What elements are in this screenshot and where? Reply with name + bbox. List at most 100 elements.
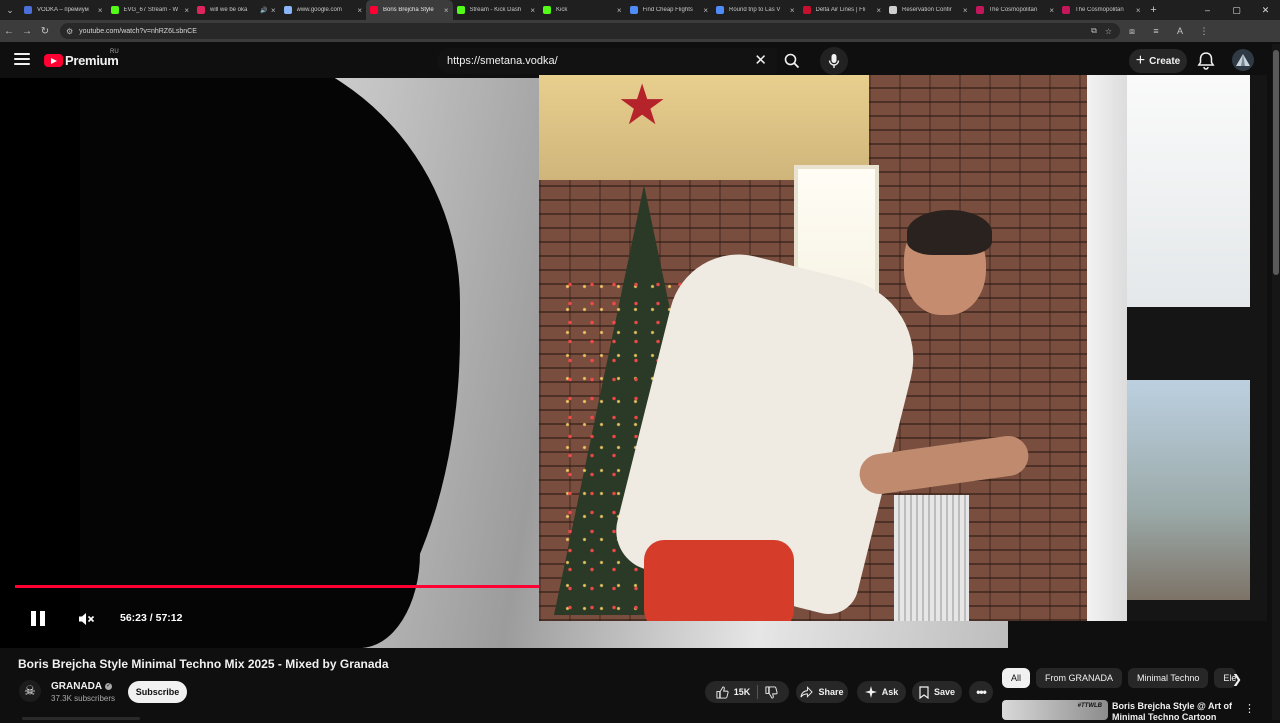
- tab-favicon-icon: [543, 6, 551, 14]
- minimize-icon[interactable]: –: [1193, 5, 1222, 15]
- youtube-premium-logo[interactable]: Premium RU: [44, 49, 119, 68]
- chevron-right-icon[interactable]: ❯: [1232, 672, 1242, 686]
- tab-favicon-icon: [283, 6, 292, 14]
- like-count: 15K: [733, 687, 751, 697]
- tab-close-icon[interactable]: ×: [530, 6, 535, 15]
- muted-volume-icon[interactable]: [77, 610, 95, 628]
- address-field[interactable]: ⚙ youtube.com/watch?v=nhRZ6LsbnCE ⧉ ☆: [60, 23, 1120, 39]
- reload-icon[interactable]: ↻: [36, 26, 54, 37]
- browser-tab[interactable]: will we be oka 🔊 ×: [193, 0, 280, 20]
- tab-close-icon[interactable]: ×: [357, 6, 362, 15]
- tab-favicon-icon: [110, 6, 119, 14]
- tab-title: Stream - Kick Dash: [469, 7, 522, 13]
- tab-favicon-icon: [1062, 6, 1070, 14]
- tab-close-icon[interactable]: ×: [963, 6, 968, 15]
- ai-icon[interactable]: A: [1168, 26, 1192, 36]
- browser-tab[interactable]: VODKA – премиум ×: [20, 0, 107, 20]
- more-horizontal-icon: •••: [976, 685, 987, 699]
- tab-close-icon[interactable]: ×: [444, 6, 449, 15]
- channel-name[interactable]: GRANADA ✓: [51, 681, 113, 692]
- browser-menu-icon[interactable]: ⋮: [1192, 26, 1216, 37]
- tab-close-icon[interactable]: ×: [790, 6, 795, 15]
- browser-tab[interactable]: Find Cheap Flights ×: [626, 0, 713, 20]
- channel-avatar[interactable]: ☠: [19, 680, 41, 702]
- tab-close-icon[interactable]: ×: [98, 6, 103, 15]
- voice-search-button[interactable]: [820, 47, 848, 75]
- plus-icon: +: [1135, 52, 1146, 69]
- save-button[interactable]: Save: [912, 681, 962, 703]
- video-frame-strand: [300, 458, 420, 648]
- more-vertical-icon[interactable]: ⋮: [1244, 702, 1255, 715]
- save-label: Save: [933, 687, 956, 697]
- chip-minimal-techno[interactable]: Minimal Techno: [1128, 668, 1209, 688]
- chip-all[interactable]: All: [1002, 668, 1031, 688]
- microphone-icon: [828, 54, 840, 68]
- browser-tab[interactable]: The Cosmopolitan ×: [972, 0, 1059, 20]
- guide-menu-icon[interactable]: [14, 53, 30, 67]
- tab-close-icon[interactable]: ×: [617, 6, 622, 15]
- dislike-button[interactable]: [758, 681, 785, 703]
- tab-favicon-icon: [889, 6, 897, 14]
- subscribe-button[interactable]: Subscribe: [128, 681, 187, 703]
- tab-search-icon[interactable]: ⌄: [0, 0, 20, 20]
- browser-tab[interactable]: Reservation Confir ×: [885, 0, 972, 20]
- pause-button[interactable]: [28, 609, 48, 629]
- open-in-app-icon[interactable]: ⧉: [1091, 26, 1097, 36]
- recommended-thumbnail[interactable]: #TTWLB: [1002, 700, 1108, 720]
- ask-label: Ask: [881, 687, 899, 697]
- browser-tab-active[interactable]: Boris Brejcha Style ×: [366, 0, 453, 20]
- close-window-icon[interactable]: ✕: [1251, 5, 1280, 16]
- address-url: youtube.com/watch?v=nhRZ6LsbnCE: [79, 27, 197, 35]
- chip-from-channel[interactable]: From GRANADA: [1036, 668, 1123, 688]
- tab-title: The Cosmopolitan: [988, 7, 1038, 13]
- search-input[interactable]: https://smetana.vodka/ ✕: [437, 48, 777, 74]
- tab-title: EVG_67 Stream - W: [123, 7, 179, 13]
- browser-tab[interactable]: The Cosmopolitan ×: [1058, 0, 1145, 20]
- tab-close-icon[interactable]: ×: [271, 6, 276, 15]
- bookmark-star-icon[interactable]: ☆: [1105, 27, 1112, 36]
- notifications-bell-icon[interactable]: [1196, 51, 1216, 71]
- new-tab-icon[interactable]: +: [1145, 4, 1163, 16]
- tab-title: Delta Air Lines | Fli: [815, 7, 866, 13]
- tab-close-icon[interactable]: ×: [184, 6, 189, 15]
- search-button[interactable]: [777, 48, 807, 74]
- browser-tab[interactable]: Delta Air Lines | Fli ×: [799, 0, 886, 20]
- account-avatar[interactable]: [1232, 49, 1254, 71]
- search-query: https://smetana.vodka/: [447, 55, 558, 67]
- browser-tab[interactable]: EVG_67 Stream - W ×: [107, 0, 194, 20]
- page-scrollbar-thumb[interactable]: [1273, 50, 1279, 275]
- more-actions-button[interactable]: •••: [969, 681, 993, 703]
- site-info-icon[interactable]: ⚙: [66, 27, 73, 36]
- tab-favicon-icon: [370, 6, 378, 14]
- tab-title: Kick: [556, 7, 568, 13]
- ask-button[interactable]: Ask: [857, 681, 906, 703]
- browser-tab[interactable]: Round trip to Las V ×: [712, 0, 799, 20]
- tab-close-icon[interactable]: ×: [1136, 6, 1141, 15]
- clear-search-icon[interactable]: ✕: [754, 51, 767, 69]
- tab-audio-icon[interactable]: 🔊: [260, 7, 267, 14]
- create-button[interactable]: + Create: [1129, 49, 1187, 73]
- tab-close-icon[interactable]: ×: [876, 6, 881, 15]
- media-controls-icon[interactable]: ≡: [1144, 26, 1168, 36]
- tab-favicon-icon: [975, 6, 984, 14]
- like-button[interactable]: 15K: [709, 681, 758, 703]
- back-icon[interactable]: ←: [0, 26, 18, 37]
- pip-window-frame: [1087, 75, 1127, 621]
- subscriber-count: 37.3K subscribers: [51, 694, 116, 703]
- progress-bar-played[interactable]: [15, 585, 551, 588]
- pip-person-hair: [907, 210, 992, 255]
- share-arrow-icon: [800, 686, 814, 698]
- share-label: Share: [818, 687, 844, 697]
- forward-icon[interactable]: →: [18, 26, 36, 37]
- maximize-icon[interactable]: ▢: [1222, 5, 1251, 16]
- browser-tab[interactable]: Kick ×: [539, 0, 626, 20]
- tab-favicon-icon: [629, 6, 638, 14]
- tab-close-icon[interactable]: ×: [703, 6, 708, 15]
- browser-tab[interactable]: Stream - Kick Dash ×: [453, 0, 540, 20]
- channel-name-text: GRANADA: [51, 681, 103, 692]
- share-button[interactable]: Share: [796, 681, 848, 703]
- extensions-icon[interactable]: ⧈: [1120, 26, 1144, 37]
- tab-close-icon[interactable]: ×: [1049, 6, 1054, 15]
- browser-tab[interactable]: www.google.com ×: [280, 0, 367, 20]
- picture-in-picture-video[interactable]: ★: [539, 75, 1267, 621]
